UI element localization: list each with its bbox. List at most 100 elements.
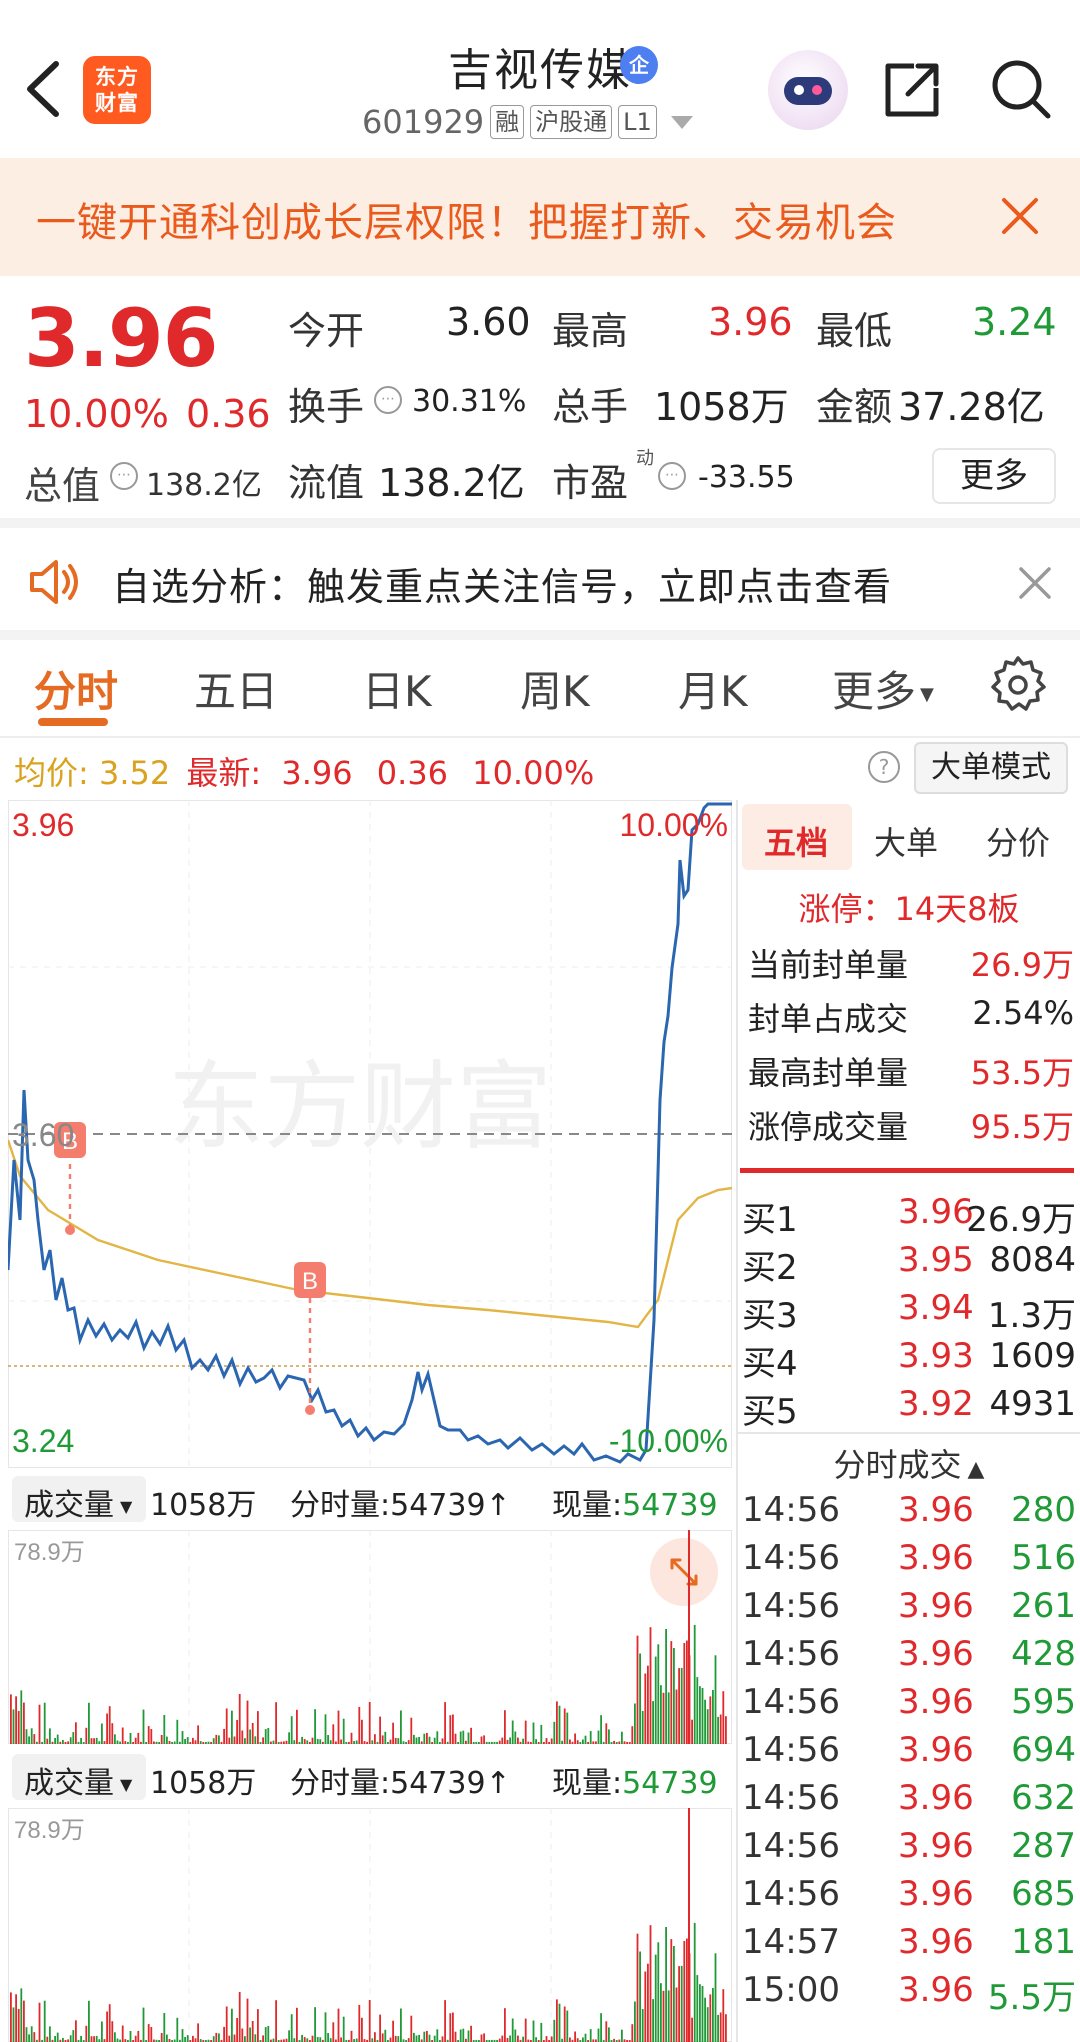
volume-bar (17, 1710, 20, 1744)
volume-bar (163, 2013, 166, 2042)
help-icon[interactable]: ? (868, 751, 900, 783)
volume-bar (267, 2026, 270, 2042)
volume-bar (592, 1741, 595, 1744)
volume-bar (543, 1742, 545, 1744)
volume-bar (374, 2032, 376, 2042)
volume-bar (218, 2033, 220, 2042)
tab-daily-k[interactable]: 日K (362, 658, 432, 719)
volume-bar (667, 1692, 670, 1744)
current-price: 3.96 (24, 292, 218, 385)
volume-bar (134, 2035, 137, 2042)
more-button[interactable]: 更多 (932, 448, 1056, 504)
tab-big-orders[interactable]: 大单 (874, 818, 938, 864)
volume-bar (693, 1624, 696, 1744)
volume-chart-secondary[interactable]: 78.9万 (8, 1808, 732, 2042)
volume-bar (327, 1735, 329, 1744)
order-book-row[interactable]: 买3 3.94 1.3万 (742, 1288, 1076, 1336)
close-promo-icon[interactable] (1000, 196, 1040, 236)
order-book-row[interactable]: 买4 3.93 1609 (742, 1336, 1076, 1384)
pe-superscript: 动 (636, 448, 654, 469)
settings-gear-icon[interactable] (988, 654, 1048, 714)
volume-bar (137, 2030, 140, 2042)
volume-bar (579, 1742, 582, 1744)
volume-bar (275, 2000, 277, 2042)
close-notice-icon[interactable] (1018, 566, 1052, 600)
volume-bar (483, 2033, 485, 2042)
volume-bar (246, 1998, 249, 2042)
volume-max-label: 78.9万 (14, 1539, 85, 1566)
volume-bar (150, 2027, 153, 2042)
volume-bar (197, 2023, 199, 2042)
info-icon[interactable]: ⋯ (110, 462, 138, 490)
order-book-row[interactable]: 买2 3.95 8084 (742, 1240, 1076, 1288)
volume-bar (444, 2000, 446, 2042)
volume-bar (43, 2000, 46, 2042)
app-logo[interactable]: 东方 财富 (83, 56, 151, 124)
volume-bar (129, 1733, 132, 1744)
volume-bar (701, 1688, 704, 1744)
pe-label: 市盈 (552, 461, 629, 505)
turnover-info-icon[interactable]: ⋯ (374, 386, 402, 414)
tab-weekly-k[interactable]: 周K (520, 658, 590, 719)
volume-chart[interactable]: 78.9万 (8, 1530, 732, 1744)
volume-bar (168, 1741, 171, 1744)
volume-selector-label[interactable]: 成交量 ▼ (24, 1480, 132, 1524)
volume-bar (28, 1736, 30, 1744)
tab-price-distribution[interactable]: 分价 (986, 818, 1050, 864)
tab-five-levels[interactable]: 五档 (764, 818, 828, 864)
tab-monthly-k[interactable]: 月K (678, 658, 748, 719)
tab-intraday[interactable]: 分时 (34, 658, 118, 719)
volume-bar (337, 2008, 340, 2042)
volume-bar (446, 1741, 449, 1744)
volume-bar (160, 2033, 163, 2042)
volume-bar (106, 1713, 108, 1744)
order-book-row[interactable]: 买5 3.92 4931 (742, 1384, 1076, 1432)
back-arrow-icon[interactable] (22, 58, 64, 120)
volume-bar (587, 1742, 589, 1744)
order-book-row[interactable]: 买1 3.96 26.9万 (742, 1192, 1076, 1240)
volume-bar (693, 1922, 696, 2042)
ticks-header[interactable]: 分时成交 ▲ (742, 1440, 1076, 1486)
pe-info-icon[interactable]: ⋯ (658, 462, 686, 490)
notice-bar[interactable]: 自选分析：触发重点关注信号，立即点击查看 (0, 528, 1080, 630)
volume-bar (613, 1740, 615, 1744)
tab-five-day[interactable]: 五日 (194, 658, 278, 719)
divider (0, 518, 1080, 528)
volume-bar (316, 2037, 319, 2042)
volume-bar (197, 1725, 199, 1744)
volume-bar (264, 2027, 267, 2042)
volume-bar (163, 1715, 166, 1744)
stat-row: 最高封单量 53.5万 (748, 1054, 1074, 1092)
volume-bar (254, 1736, 257, 1744)
volume-bar (511, 1720, 514, 1744)
search-icon[interactable] (988, 56, 1054, 122)
volume-bar (725, 2014, 727, 2042)
tick-row: 14:56 3.96 595 (742, 1682, 1076, 1722)
volume-bar (361, 2017, 363, 2042)
volume-bar (511, 2018, 514, 2042)
tab-more[interactable]: 更多 ▼ (832, 658, 934, 719)
volume-bar (509, 2035, 511, 2042)
stat-row: 封单占成交 2.54% (748, 994, 1074, 1038)
big-order-mode-button[interactable]: 大单模式 (914, 742, 1068, 794)
volume-bar (582, 1739, 584, 1744)
volume-bar (459, 1731, 462, 1744)
volume-bar (595, 1741, 597, 1744)
volume-bar (264, 1729, 267, 1744)
volume-bar (251, 2021, 254, 2042)
volume-bar (662, 1990, 665, 2042)
promo-banner[interactable]: 一键开通科创成长层权限！把握打新、交易机会 (0, 158, 1080, 276)
minute-volume: 分时量:54739↑ (290, 1766, 511, 1801)
intraday-price-chart[interactable]: 东方财富 B B 3.96 3.60 3.24 10.00% -10.00% (8, 800, 732, 1468)
dropdown-arrow-icon[interactable] (670, 115, 693, 129)
robot-assistant-icon[interactable] (768, 50, 848, 130)
volume-bar (639, 1653, 641, 1744)
volume-bar (306, 1740, 309, 1744)
volume-bar (436, 2029, 439, 2042)
tick-row: 14:56 3.96 287 (742, 1826, 1076, 1866)
volume-bar (241, 2028, 244, 2042)
volume-bar (129, 2031, 132, 2042)
stock-code-row[interactable]: 601929 融 沪股通 L1 (362, 102, 693, 142)
share-icon[interactable] (880, 58, 944, 122)
volume-selector-label[interactable]: 成交量 ▼ (24, 1758, 132, 1802)
